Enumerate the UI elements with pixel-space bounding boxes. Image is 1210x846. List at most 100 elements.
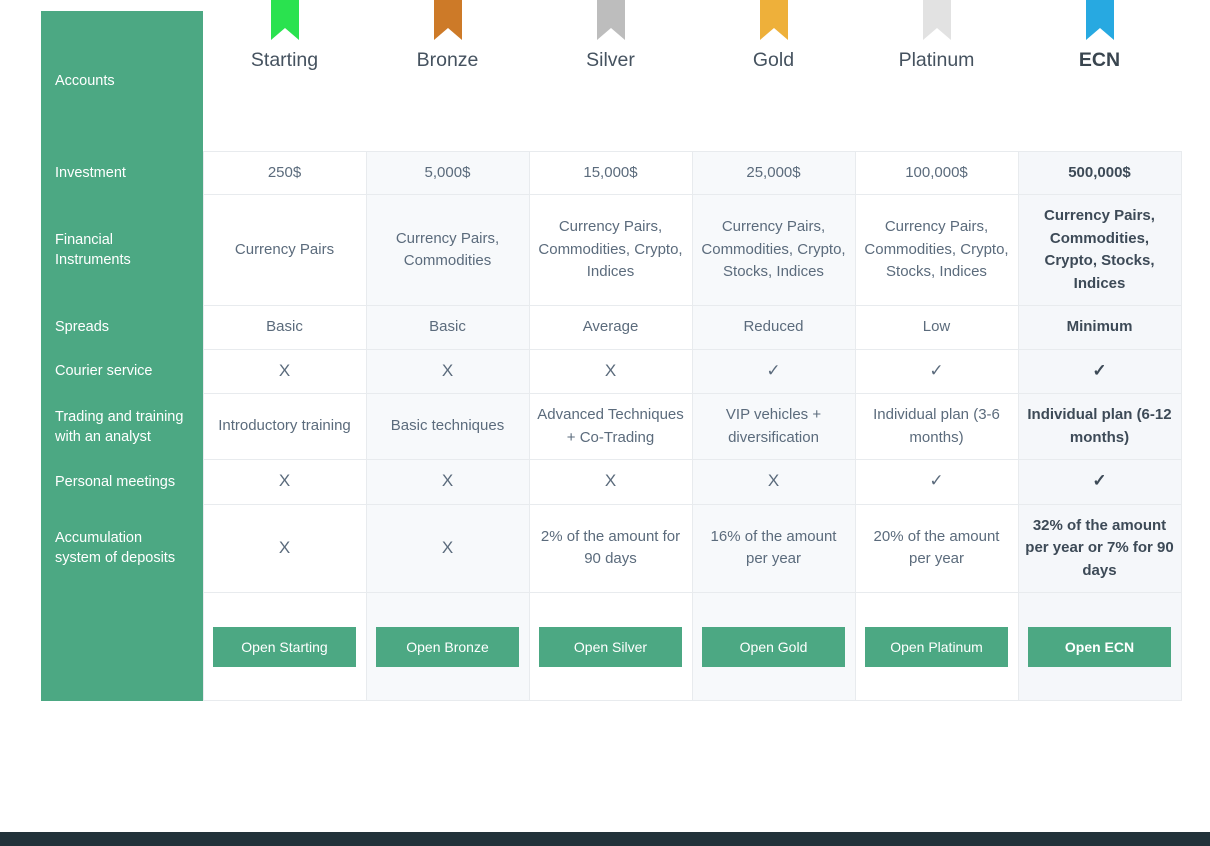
cell-meetings-bronze: X xyxy=(365,459,530,505)
cell-instruments-platinum: Currency Pairs, Commodities, Crypto, Sto… xyxy=(854,194,1019,306)
check-icon: ✓ xyxy=(766,360,781,380)
cell-accumulation-silver: 2% of the amount for 90 days xyxy=(528,503,693,593)
cta-cell-silver: Open Silver xyxy=(528,592,693,701)
cell-accumulation-ecn: 32% of the amount per year or 7% for 90 … xyxy=(1017,503,1182,593)
sidebar-label-personal-meetings: Personal meetings xyxy=(41,459,203,504)
cross-icon: X xyxy=(604,471,617,490)
cell-training-gold: VIP vehicles + diversification xyxy=(691,393,856,460)
cta-cell-bronze: Open Bronze xyxy=(365,592,530,701)
sidebar-label-financial-instruments: Financial Instruments xyxy=(41,194,203,306)
sidebar-spacer xyxy=(41,592,203,701)
cell-courier-gold: ✓ xyxy=(691,348,856,394)
cell-investment-gold: 25,000$ xyxy=(691,150,856,195)
footer-strip xyxy=(0,832,1210,846)
bookmark-icon xyxy=(1085,0,1114,40)
plan-name-silver: Silver xyxy=(586,49,635,71)
cell-training-starting: Introductory training xyxy=(202,393,367,460)
cell-spreads-silver: Average xyxy=(528,305,693,350)
cell-courier-starting: X xyxy=(202,348,367,394)
cell-courier-silver: X xyxy=(528,348,693,394)
page-root: Accounts Starting Bronze Silver Gold Pla… xyxy=(0,0,1210,846)
plan-header-ecn[interactable]: ECN xyxy=(1018,0,1181,152)
table-header-row: Accounts Starting Bronze Silver Gold Pla… xyxy=(41,0,1181,152)
cell-accumulation-gold: 16% of the amount per year xyxy=(691,503,856,593)
cell-training-silver: Advanced Techniques + Co-Trading xyxy=(528,393,693,460)
table-row: Accumulation system of deposits X X 2% o… xyxy=(41,503,1182,593)
open-platinum-button[interactable]: Open Platinum xyxy=(865,626,1008,667)
accounts-comparison-table: Accounts Starting Bronze Silver Gold Pla… xyxy=(41,0,1182,701)
table-row: Personal meetings X X X X ✓ ✓ xyxy=(41,459,1182,505)
plan-header-starting[interactable]: Starting xyxy=(203,0,366,152)
cross-icon: X xyxy=(278,537,291,557)
table-row: Courier service X X X ✓ ✓ ✓ xyxy=(41,348,1182,394)
plan-name-ecn: ECN xyxy=(1078,49,1121,71)
cell-investment-platinum: 100,000$ xyxy=(854,150,1019,195)
plan-header-silver[interactable]: Silver xyxy=(529,0,692,152)
sidebar-label-spreads: Spreads xyxy=(41,305,203,349)
plan-header-bronze[interactable]: Bronze xyxy=(366,0,529,152)
cell-courier-ecn: ✓ xyxy=(1017,348,1182,394)
cell-accumulation-bronze: X xyxy=(365,503,530,593)
open-gold-button[interactable]: Open Gold xyxy=(702,626,845,667)
sidebar-label-accounts: Accounts xyxy=(41,11,203,151)
bookmark-icon xyxy=(759,0,788,40)
cta-cell-starting: Open Starting xyxy=(202,592,367,701)
cell-instruments-starting: Currency Pairs xyxy=(202,194,367,306)
cell-investment-starting: 250$ xyxy=(202,150,367,195)
comparison-table-container: Accounts Starting Bronze Silver Gold Pla… xyxy=(41,0,1182,803)
cross-icon: X xyxy=(441,360,454,380)
cell-meetings-platinum: ✓ xyxy=(854,459,1019,505)
plan-name-platinum: Platinum xyxy=(898,49,975,71)
bookmark-icon xyxy=(270,0,299,40)
cross-icon: X xyxy=(441,471,454,490)
cta-cell-gold: Open Gold xyxy=(691,592,856,701)
cell-training-ecn: Individual plan (6-12 months) xyxy=(1017,393,1182,460)
cell-courier-bronze: X xyxy=(365,348,530,394)
sidebar-label-trading-training: Trading and training with an analyst xyxy=(41,393,203,460)
cell-instruments-ecn: Currency Pairs, Commodities, Crypto, Sto… xyxy=(1017,194,1182,306)
table-row: Financial Instruments Currency Pairs Cur… xyxy=(41,194,1182,306)
bookmark-icon xyxy=(596,0,625,40)
cell-training-platinum: Individual plan (3-6 months) xyxy=(854,393,1019,460)
plan-header-gold[interactable]: Gold xyxy=(692,0,855,152)
cell-meetings-starting: X xyxy=(202,459,367,505)
check-icon: ✓ xyxy=(1092,471,1107,490)
cell-training-bronze: Basic techniques xyxy=(365,393,530,460)
cross-icon: X xyxy=(278,360,291,380)
cell-accumulation-platinum: 20% of the amount per year xyxy=(854,503,1019,593)
cta-cell-ecn: Open ECN xyxy=(1017,592,1182,701)
plan-name-gold: Gold xyxy=(752,49,795,71)
plan-name-bronze: Bronze xyxy=(416,49,479,71)
plan-header-platinum[interactable]: Platinum xyxy=(855,0,1018,152)
bookmark-icon xyxy=(433,0,462,40)
table-cta-row: Open Starting Open Bronze Open Silver Op… xyxy=(41,592,1182,701)
cell-instruments-gold: Currency Pairs, Commodities, Crypto, Sto… xyxy=(691,194,856,306)
check-icon: ✓ xyxy=(929,471,944,490)
sidebar-label-accumulation-system: Accumulation system of deposits xyxy=(41,504,203,593)
table-row: Investment 250$ 5,000$ 15,000$ 25,000$ 1… xyxy=(41,150,1182,195)
cell-spreads-gold: Reduced xyxy=(691,305,856,350)
cell-courier-platinum: ✓ xyxy=(854,348,1019,394)
cell-instruments-silver: Currency Pairs, Commodities, Crypto, Ind… xyxy=(528,194,693,306)
cta-cell-platinum: Open Platinum xyxy=(854,592,1019,701)
cell-meetings-silver: X xyxy=(528,459,693,505)
cross-icon: X xyxy=(441,537,454,557)
check-icon: ✓ xyxy=(1092,360,1107,380)
cell-accumulation-starting: X xyxy=(202,503,367,593)
plan-name-starting: Starting xyxy=(250,49,319,71)
cross-icon: X xyxy=(767,471,780,490)
sidebar-label-courier-service: Courier service xyxy=(41,349,203,394)
open-silver-button[interactable]: Open Silver xyxy=(539,626,682,667)
cell-spreads-platinum: Low xyxy=(854,305,1019,350)
open-bronze-button[interactable]: Open Bronze xyxy=(376,626,519,667)
open-starting-button[interactable]: Open Starting xyxy=(213,626,356,667)
open-ecn-button[interactable]: Open ECN xyxy=(1028,626,1171,667)
cell-investment-ecn: 500,000$ xyxy=(1017,150,1182,195)
cell-meetings-gold: X xyxy=(691,459,856,505)
bookmark-icon xyxy=(922,0,951,40)
cell-spreads-ecn: Minimum xyxy=(1017,305,1182,350)
check-icon: ✓ xyxy=(929,360,944,380)
cell-investment-bronze: 5,000$ xyxy=(365,150,530,195)
cross-icon: X xyxy=(604,360,617,380)
table-row: Spreads Basic Basic Average Reduced Low … xyxy=(41,305,1182,350)
